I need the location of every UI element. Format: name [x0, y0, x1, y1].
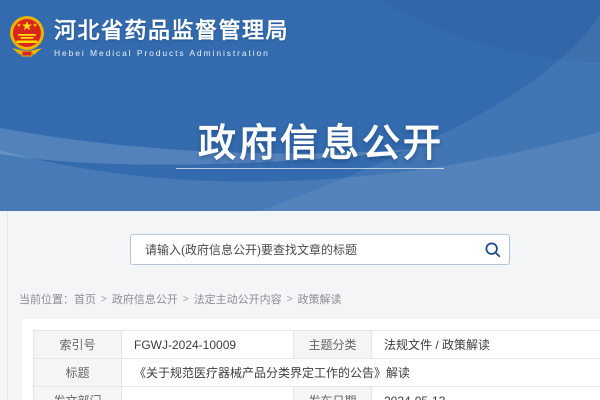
org-name-zh: 河北省药品监督管理局	[54, 18, 289, 43]
national-emblem-icon	[9, 13, 45, 63]
table-row-title: 标题 《关于规范医疗器械产品分类界定工作的公告》解读	[34, 359, 600, 387]
breadcrumb-item-statutory-disclosure[interactable]: 法定主动公开内容	[194, 291, 282, 307]
index-number-label: 索引号	[34, 331, 122, 359]
brand: 河北省药品监督管理局 Hebei Medical Products Admini…	[9, 13, 289, 63]
title-value: 《关于规范医疗器械产品分类界定工作的公告》解读	[122, 359, 600, 387]
banner-title: 政府信息公开	[21, 112, 600, 167]
info-table: 索引号 FGWJ-2024-10009 主题分类 法规文件 / 政策解读 标题 …	[33, 330, 600, 400]
breadcrumb-separator: >	[101, 294, 107, 305]
table-row-department-date: 发文部门 发布日期 2024-05-13	[34, 387, 600, 400]
page: 河北省药品监督管理局 Hebei Medical Products Admini…	[0, 0, 600, 400]
search-icon	[484, 241, 501, 258]
category-label: 主题分类	[294, 331, 372, 359]
publish-date-value: 2024-05-13	[372, 387, 600, 400]
breadcrumb-prefix: 当前位置：	[19, 291, 74, 307]
breadcrumb-item-home[interactable]: 首页	[74, 291, 96, 307]
category-value: 法规文件 / 政策解读	[372, 331, 600, 359]
title-label: 标题	[34, 359, 122, 387]
banner: 河北省药品监督管理局 Hebei Medical Products Admini…	[0, 0, 600, 211]
breadcrumb-separator: >	[287, 294, 293, 305]
breadcrumb-item-policy-interpretation[interactable]: 政策解读	[298, 291, 342, 307]
org-name-en: Hebei Medical Products Administration	[54, 48, 289, 58]
table-row-index-category: 索引号 FGWJ-2024-10009 主题分类 法规文件 / 政策解读	[34, 331, 600, 359]
breadcrumb: 当前位置： 首页 > 政府信息公开 > 法定主动公开内容 > 政策解读	[19, 291, 342, 307]
breadcrumb-separator: >	[183, 294, 189, 305]
index-number-value: FGWJ-2024-10009	[122, 331, 294, 359]
search-bar	[130, 234, 510, 265]
breadcrumb-item-gov-info[interactable]: 政府信息公开	[112, 291, 178, 307]
search-input[interactable]	[130, 234, 510, 265]
search-button[interactable]	[479, 237, 505, 262]
brand-text: 河北省药品监督管理局 Hebei Medical Products Admini…	[54, 18, 289, 57]
publish-date-label: 发布日期	[294, 387, 372, 400]
banner-title-underline	[176, 168, 444, 169]
department-label: 发文部门	[34, 387, 122, 400]
page-edge-divider	[7, 211, 8, 400]
document-info-panel: 索引号 FGWJ-2024-10009 主题分类 法规文件 / 政策解读 标题 …	[22, 319, 600, 400]
department-value	[122, 387, 294, 400]
